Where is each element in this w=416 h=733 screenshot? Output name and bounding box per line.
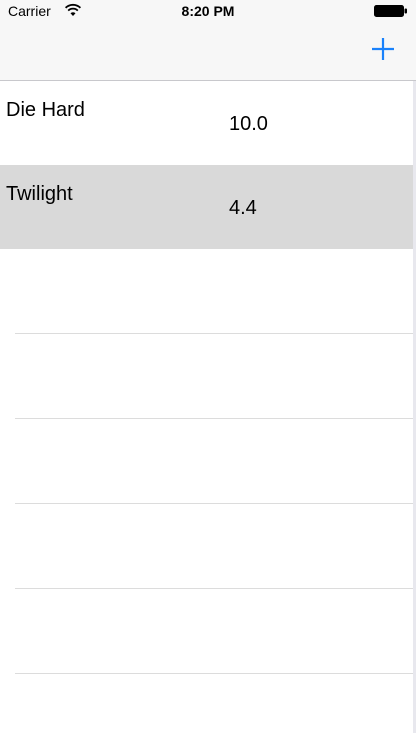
empty-row [0, 589, 416, 674]
row-separator [15, 673, 416, 674]
empty-row [0, 334, 416, 419]
empty-row [0, 504, 416, 589]
movie-title: Die Hard [6, 99, 85, 121]
status-bar: Carrier 8:20 PM [0, 0, 416, 22]
movie-table: Die Hard 10.0 Twilight 4.4 [0, 81, 416, 733]
movie-title: Twilight [6, 183, 73, 205]
empty-row [0, 419, 416, 504]
empty-row [0, 249, 416, 334]
app-screen: Carrier 8:20 PM Die Hard 10.0 Twilight 4… [0, 0, 416, 733]
battery-icon [374, 5, 407, 17]
movie-rating: 10.0 [229, 113, 268, 135]
table-row[interactable]: Die Hard 10.0 [0, 81, 416, 165]
add-movie-button[interactable] [370, 36, 396, 62]
navigation-bar [0, 22, 416, 81]
movie-rating: 4.4 [229, 197, 257, 219]
status-time: 8:20 PM [181, 3, 235, 19]
table-row-selected[interactable]: Twilight 4.4 [0, 165, 416, 249]
